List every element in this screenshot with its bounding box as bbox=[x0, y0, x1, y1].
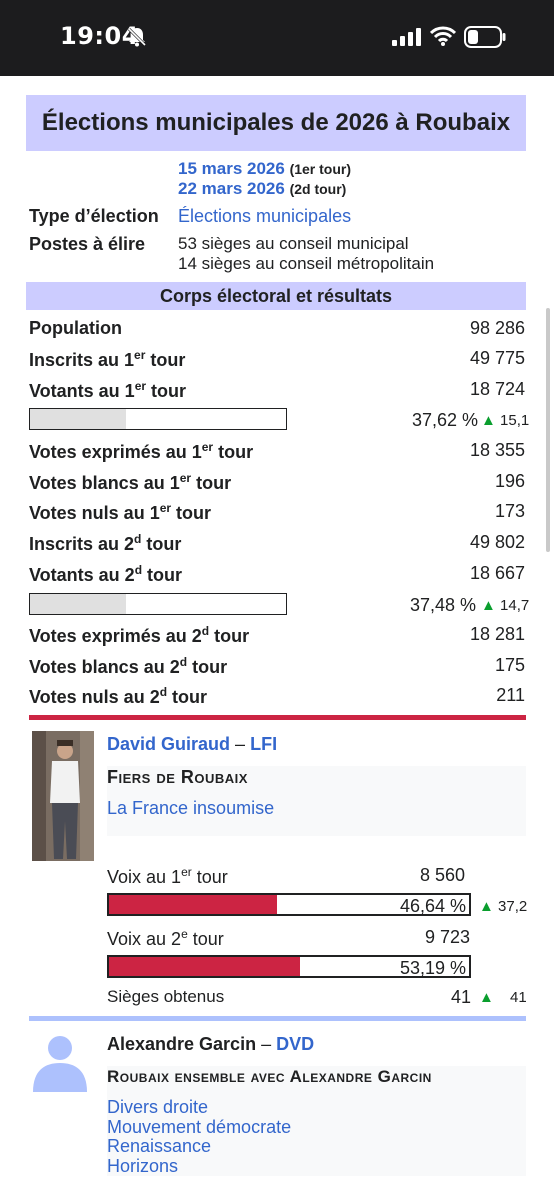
scrollbar[interactable] bbox=[546, 308, 550, 552]
wifi-icon bbox=[429, 26, 457, 51]
blancs1-label: Votes blancs au 1er tour bbox=[29, 471, 232, 493]
candidate1-voix2-label: Voix au 2e tour bbox=[107, 927, 224, 949]
participation2-delta: ▲ 14,7 bbox=[481, 597, 530, 614]
candidate1-sieges-value: 41 bbox=[451, 987, 472, 1007]
candidate1-voix1-label: Voix au 1er tour bbox=[107, 865, 228, 887]
candidate1-photo[interactable] bbox=[32, 731, 94, 861]
candidate1-pct2-fill bbox=[109, 957, 301, 976]
candidate1-pct2-bar: 53,19 % bbox=[107, 955, 471, 978]
participation1-delta: ▲ 15,1 bbox=[481, 412, 530, 429]
candidate1-pct1-bar: 46,64 % bbox=[107, 893, 471, 916]
status-bar: 19:04 bbox=[0, 0, 554, 76]
cellular-signal-icon bbox=[392, 28, 422, 51]
votants1-label: Votants au 1er tour bbox=[29, 379, 187, 401]
candidate2-parties: Divers droite Mouvement démocrate Renais… bbox=[107, 1097, 291, 1177]
candidate1-list-name: Fiers de Roubaix bbox=[107, 767, 248, 787]
exprimes2-value: 18 281 bbox=[469, 624, 525, 644]
population-label: Population bbox=[29, 318, 122, 338]
exprimes2-label: Votes exprimés au 2d tour bbox=[29, 624, 250, 646]
postes-value-1: 53 sièges au conseil municipal bbox=[178, 234, 409, 253]
votants2-value: 18 667 bbox=[469, 563, 525, 583]
section-header: Corps électoral et résultats bbox=[26, 282, 526, 310]
candidate1-pct2: 53,19 % bbox=[399, 958, 466, 978]
candidate1-sieges-label: Sièges obtenus bbox=[107, 987, 225, 1006]
candidate1-pct1-fill bbox=[109, 895, 277, 914]
votants2-label: Votants au 2d tour bbox=[29, 563, 183, 585]
person-silhouette-icon bbox=[33, 1036, 87, 1092]
type-value-link[interactable]: Élections municipales bbox=[178, 206, 351, 227]
up-arrow-icon: ▲ bbox=[481, 597, 496, 614]
exprimes1-value: 18 355 bbox=[469, 440, 525, 460]
candidate1-color-bar bbox=[29, 715, 526, 720]
candidate1-header: David Guiraud – LFI bbox=[107, 734, 278, 754]
candidate1-sieges-delta: ▲ 41 bbox=[479, 989, 527, 1006]
population-value: 98 286 bbox=[469, 318, 525, 338]
candidate2-color-bar bbox=[29, 1016, 526, 1021]
candidate1-name-link[interactable]: David Guiraud bbox=[107, 734, 230, 754]
candidate1-party-link[interactable]: La France insoumise bbox=[107, 798, 274, 819]
blancs2-value: 175 bbox=[494, 655, 525, 675]
participation2-fill bbox=[30, 594, 126, 614]
nuls2-label: Votes nuls au 2d tour bbox=[29, 685, 208, 707]
participation1-fill bbox=[30, 409, 127, 429]
candidate1-voix2-value: 9 723 bbox=[425, 927, 471, 947]
nuls2-value: 211 bbox=[496, 685, 525, 705]
participation1-bar bbox=[29, 408, 287, 430]
date-round1-link[interactable]: 15 mars 2026 bbox=[178, 159, 285, 178]
participation2-bar bbox=[29, 593, 287, 615]
exprimes1-label: Votes exprimés au 1er tour bbox=[29, 440, 254, 462]
candidate1-pct1: 46,64 % bbox=[399, 896, 466, 916]
candidate2-party-link[interactable]: Horizons bbox=[107, 1156, 291, 1177]
candidate1-pct1-delta: ▲ 37,2 bbox=[479, 898, 528, 915]
candidate1-voix1-value: 8 560 bbox=[420, 865, 466, 885]
candidate2-party-link[interactable]: Renaissance bbox=[107, 1136, 291, 1157]
date-round1-tour: (1er tour) bbox=[289, 161, 352, 177]
battery-icon bbox=[464, 26, 506, 53]
candidate2-party-link[interactable]: Divers droite bbox=[107, 1097, 291, 1118]
blancs2-label: Votes blancs au 2d tour bbox=[29, 655, 228, 677]
inscrits2-label: Inscrits au 2d tour bbox=[29, 532, 182, 554]
up-arrow-icon: ▲ bbox=[479, 898, 494, 915]
date-round1: 15 mars 2026 (1er tour) bbox=[178, 159, 351, 179]
candidate2-header: Alexandre Garcin – DVD bbox=[107, 1034, 315, 1054]
candidate2-list-name: Roubaix ensemble avec Alexandre Garcin bbox=[107, 1067, 432, 1086]
date-round2-link[interactable]: 22 mars 2026 bbox=[178, 179, 285, 198]
date-round2: 22 mars 2026 (2d tour) bbox=[178, 179, 346, 199]
candidate2-name: Alexandre Garcin bbox=[107, 1034, 257, 1054]
up-arrow-icon: ▲ bbox=[481, 412, 496, 429]
candidate2-party-abbr-link[interactable]: DVD bbox=[276, 1034, 314, 1054]
inscrits1-value: 49 775 bbox=[469, 348, 525, 368]
candidate2-party-link[interactable]: Mouvement démocrate bbox=[107, 1117, 291, 1138]
up-arrow-icon: ▲ bbox=[479, 989, 494, 1006]
postes-label: Postes à élire bbox=[29, 234, 146, 254]
blancs1-value: 196 bbox=[494, 471, 525, 491]
participation2-pct: 37,48 % bbox=[410, 595, 477, 615]
candidate2-placeholder-avatar[interactable] bbox=[29, 1030, 91, 1092]
date-round2-tour: (2d tour) bbox=[289, 181, 347, 197]
inscrits2-value: 49 802 bbox=[469, 532, 525, 552]
nuls1-label: Votes nuls au 1er tour bbox=[29, 501, 212, 523]
infobox-title: Élections municipales de 2026 à Roubaix bbox=[26, 95, 526, 151]
candidate1-party-abbr-link[interactable]: LFI bbox=[250, 734, 277, 754]
votants1-value: 18 724 bbox=[469, 379, 525, 399]
inscrits1-label: Inscrits au 1er tour bbox=[29, 348, 186, 370]
postes-value-2: 14 sièges au conseil métropolitain bbox=[178, 254, 435, 273]
nuls1-value: 173 bbox=[494, 501, 525, 521]
type-label: Type d’élection bbox=[29, 206, 159, 226]
participation1-pct: 37,62 % bbox=[412, 410, 479, 430]
bell-muted-icon bbox=[126, 26, 148, 53]
